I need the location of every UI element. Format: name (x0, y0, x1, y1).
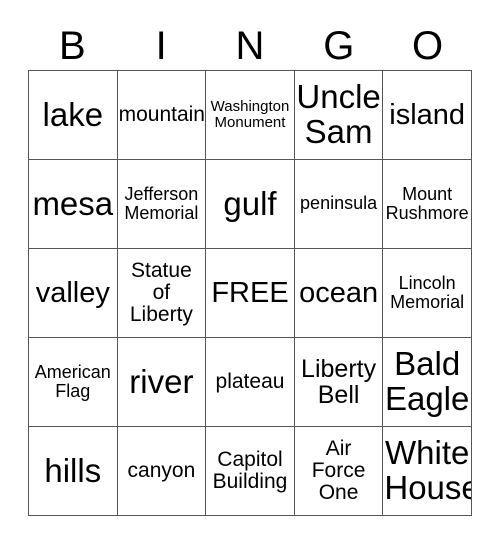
bingo-cell[interactable]: hills (29, 427, 118, 516)
bingo-cell[interactable]: Air Force One (294, 427, 384, 516)
bingo-cell-label: FREE (211, 276, 289, 309)
bingo-cell[interactable]: White House (383, 427, 472, 516)
bingo-cell[interactable]: canyon (117, 427, 207, 516)
header-letter-g-text: G (323, 24, 355, 68)
bingo-cell-label: gulf (223, 184, 277, 222)
bingo-cell[interactable]: Jefferson Memorial (117, 160, 207, 249)
bingo-cell-label: Lincoln Memorial (390, 272, 465, 312)
bingo-card: B I N G O lake mountain Washington Monum… (0, 0, 500, 544)
header-letter-n: N (206, 22, 295, 70)
bingo-cell[interactable]: mesa (29, 160, 118, 249)
bingo-cell-label: Statue of Liberty (129, 258, 193, 327)
bingo-cell[interactable]: Mount Rushmore (383, 160, 472, 249)
header-letter-o: O (383, 22, 472, 70)
bingo-cell-label: Air Force One (311, 436, 366, 505)
bingo-cell-label: American Flag (34, 361, 111, 401)
bingo-cell-label: Jefferson Memorial (124, 183, 199, 223)
bingo-cell-label: ocean (299, 276, 379, 309)
bingo-cell[interactable]: lake (29, 71, 118, 160)
bingo-row: mesa Jefferson Memorial gulf peninsula M… (29, 160, 472, 249)
header-letter-o-text: O (412, 24, 444, 68)
bingo-cell[interactable]: Washington Monument (206, 71, 295, 160)
bingo-cell-label: island (389, 98, 466, 131)
bingo-cell[interactable]: Statue of Liberty (117, 249, 207, 338)
bingo-cell-label: canyon (127, 458, 196, 482)
bingo-cell[interactable]: island (383, 71, 472, 160)
bingo-cell[interactable]: mountain (117, 71, 207, 160)
bingo-cell[interactable]: American Flag (29, 338, 118, 427)
bingo-cell-label: river (129, 362, 194, 400)
bingo-cell[interactable]: Lincoln Memorial (383, 249, 472, 338)
bingo-cell-label: Mount Rushmore (385, 183, 469, 223)
header-letter-n-text: N (235, 24, 265, 68)
bingo-row: hills canyon Capitol Building Air Force … (29, 427, 472, 516)
bingo-cell-label: hills (44, 451, 102, 489)
bingo-grid: lake mountain Washington Monument Uncle … (28, 70, 472, 516)
bingo-cell[interactable]: plateau (206, 338, 295, 427)
bingo-cell-label: peninsula (300, 193, 378, 214)
bingo-cell-label: mountain (118, 102, 205, 126)
bingo-cell-label: Washington Monument (210, 98, 290, 131)
bingo-row: American Flag river plateau Liberty Bell… (29, 338, 472, 427)
header-letter-b: B (28, 22, 117, 70)
bingo-cell[interactable]: valley (29, 249, 118, 338)
header-letter-i-text: I (155, 24, 167, 68)
bingo-cell[interactable]: ocean (294, 249, 384, 338)
bingo-cell-label: valley (35, 276, 110, 309)
bingo-cell-label: Liberty Bell (301, 354, 377, 409)
bingo-header: B I N G O (28, 22, 472, 70)
bingo-row: valley Statue of Liberty FREE ocean Linc… (29, 249, 472, 338)
header-letter-b-text: B (59, 24, 86, 68)
bingo-cell[interactable]: Liberty Bell (294, 338, 384, 427)
bingo-cell[interactable]: Capitol Building (206, 427, 295, 516)
bingo-cell-label: Bald Eagle (384, 345, 470, 417)
bingo-cell[interactable]: peninsula (294, 160, 384, 249)
bingo-cell-label: plateau (215, 369, 285, 393)
bingo-cell[interactable]: Uncle Sam (294, 71, 384, 160)
bingo-cell[interactable]: river (117, 338, 207, 427)
bingo-cell-label: mesa (32, 184, 114, 222)
bingo-cell[interactable]: Bald Eagle (383, 338, 472, 427)
bingo-cell-label: White House (384, 434, 472, 506)
bingo-cell-label: Capitol Building (212, 447, 288, 493)
bingo-cell-label: Uncle Sam (296, 78, 381, 150)
header-letter-i: I (117, 22, 206, 70)
bingo-cell[interactable]: gulf (206, 160, 295, 249)
header-letter-g: G (294, 22, 383, 70)
bingo-cell-label: lake (42, 95, 104, 133)
bingo-row: lake mountain Washington Monument Uncle … (29, 71, 472, 160)
bingo-cell-free[interactable]: FREE (206, 249, 295, 338)
